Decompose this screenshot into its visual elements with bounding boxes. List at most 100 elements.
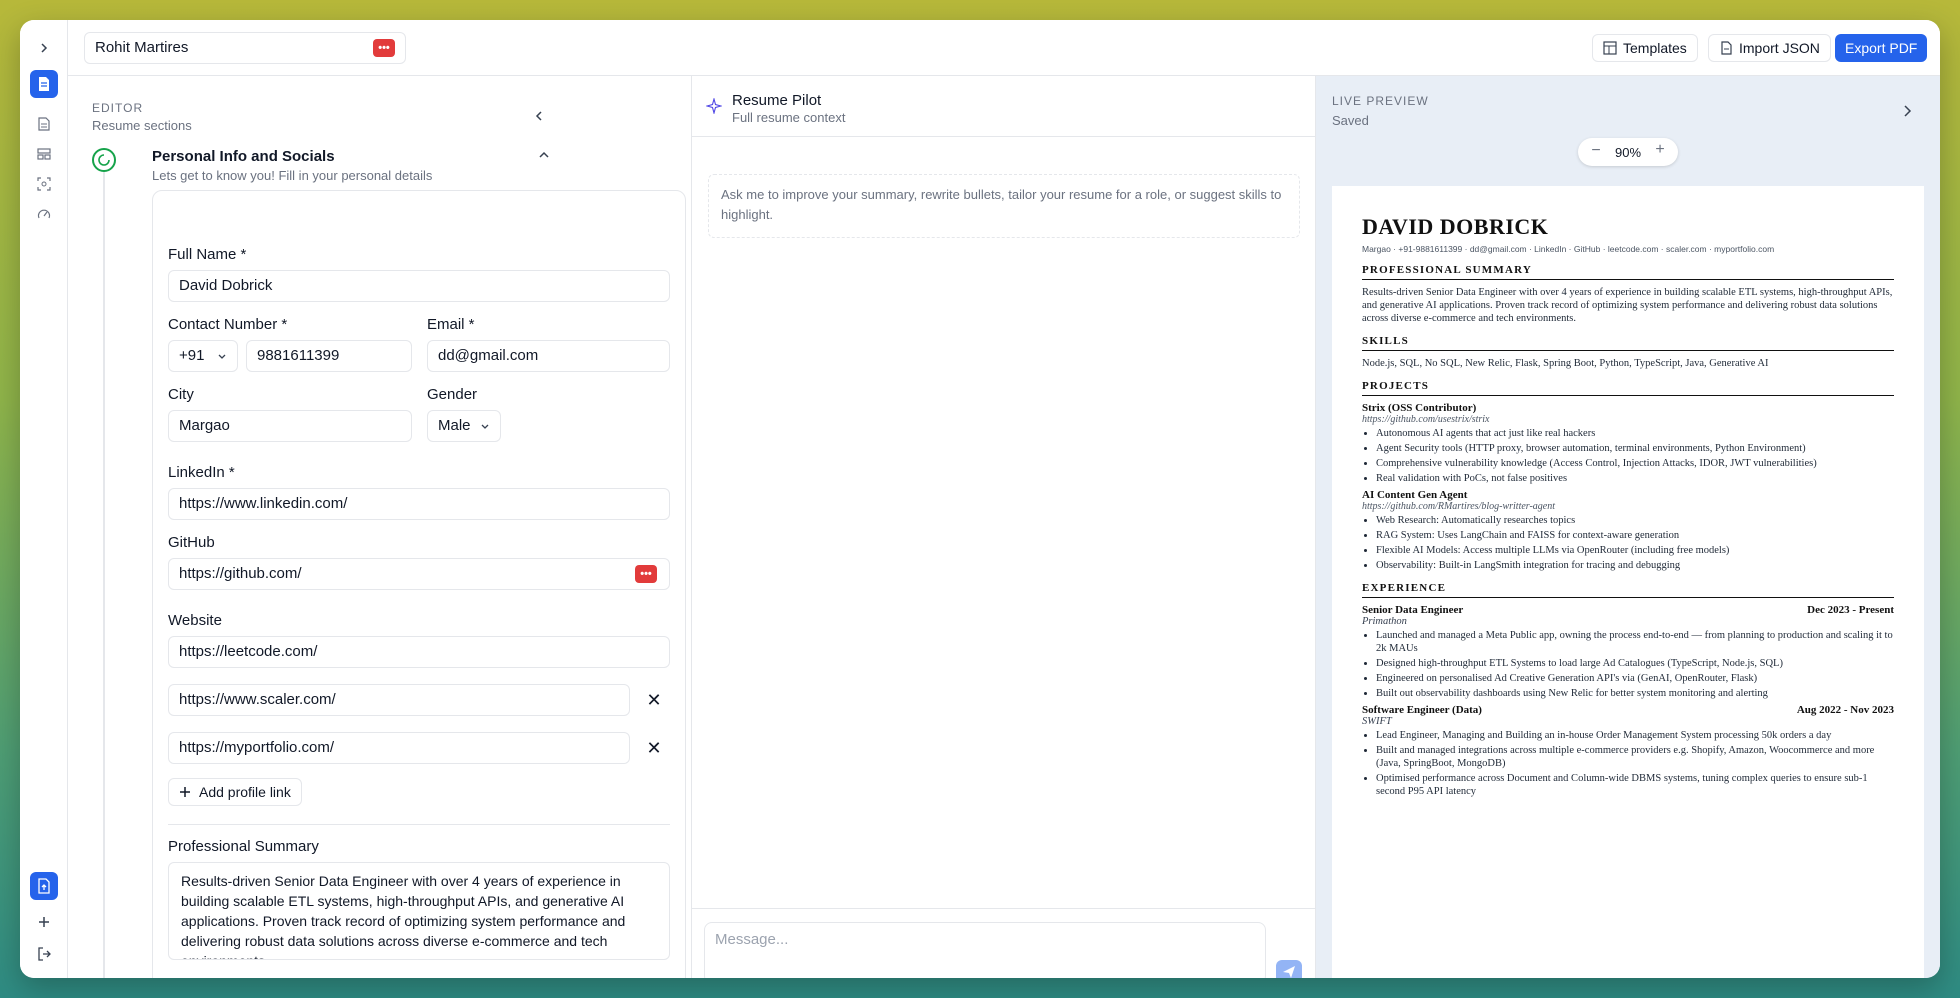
section-timeline	[103, 172, 105, 978]
email-label: Email *	[427, 316, 475, 333]
resume-skills: Node.js, SQL, No SQL, New Relic, Flask, …	[1362, 358, 1769, 369]
password-manager-icon[interactable]: •••	[635, 565, 657, 583]
import-json-button[interactable]: Import JSON	[1708, 34, 1831, 62]
editor-panel: EDITOR Resume sections Personal Info and…	[68, 76, 692, 978]
summary-label: Professional Summary	[168, 838, 319, 855]
project-bullet: Flexible AI Models: Access multiple LLMs…	[1376, 544, 1894, 557]
project-bullet: Comprehensive vulnerability knowledge (A…	[1376, 457, 1894, 470]
divider	[692, 136, 1316, 137]
full-name-label: Full Name *	[168, 246, 247, 263]
section-title[interactable]: Personal Info and Socials	[152, 148, 335, 165]
zoom-level: 90%	[1614, 145, 1642, 160]
project-item: Strix (OSS Contributor) https://github.c…	[1362, 402, 1894, 485]
job-company: Primathon	[1362, 616, 1407, 627]
project-bullet: Web Research: Automatically researches t…	[1376, 514, 1894, 527]
export-pdf-button[interactable]: Export PDF	[1835, 34, 1928, 62]
linkedin-input[interactable]: https://www.linkedin.com/	[168, 488, 670, 520]
city-label: City	[168, 386, 194, 403]
project-name: AI Content Gen Agent	[1362, 489, 1468, 501]
message-input[interactable]: Message...	[704, 922, 1266, 978]
gender-label: Gender	[427, 386, 478, 403]
website-input[interactable]: https://leetcode.com/	[168, 636, 670, 668]
city-input[interactable]: Margao	[168, 410, 412, 442]
website-label: Website	[168, 612, 222, 629]
resume-paper: DAVID DOBRICK Margao · +91-9881611399 · …	[1332, 186, 1924, 978]
skills-heading: SKILLS	[1362, 335, 1894, 351]
add-profile-link-button[interactable]: Add profile link	[168, 778, 302, 806]
section-subtitle: Lets get to know you! Fill in your perso…	[152, 168, 433, 183]
profile-link-input[interactable]: https://myportfolio.com/	[168, 732, 630, 764]
summary-textarea[interactable]: Results-driven Senior Data Engineer with…	[168, 862, 670, 960]
job-bullet: Engineered on personalised Ad Creative G…	[1376, 672, 1894, 685]
template-icon	[1603, 41, 1617, 55]
add-icon[interactable]	[30, 908, 58, 936]
job-dates: Aug 2022 - Nov 2023	[1796, 704, 1894, 716]
add-profile-link-label: Add profile link	[199, 784, 291, 800]
job-title: Senior Data Engineer	[1362, 604, 1464, 616]
gender-value: Male	[438, 417, 471, 434]
send-button[interactable]	[1276, 960, 1302, 978]
project-item: AI Content Gen Agent https://github.com/…	[1362, 489, 1894, 572]
scan-icon[interactable]	[30, 170, 58, 198]
project-link: https://github.com/RMartires/blog-writte…	[1362, 501, 1556, 512]
live-preview-panel: LIVE PREVIEW Saved − 90% + DAVID DOBRICK…	[1316, 76, 1940, 978]
project-bullet: Agent Security tools (HTTP proxy, browse…	[1376, 442, 1894, 455]
github-input[interactable]: https://github.com/ •••	[168, 558, 670, 590]
save-status: Saved	[1332, 113, 1369, 128]
templates-label: Templates	[1623, 40, 1687, 56]
file-icon	[1721, 41, 1732, 55]
editor-header: EDITOR	[92, 101, 144, 115]
project-bullet: Observability: Built-in LangSmith integr…	[1376, 559, 1894, 572]
resume-doc-icon[interactable]	[30, 70, 58, 98]
zoom-in-icon[interactable]: +	[1652, 141, 1668, 159]
templates-button[interactable]: Templates	[1592, 34, 1698, 62]
chevron-down-icon	[481, 424, 489, 429]
projects-heading: PROJECTS	[1362, 380, 1894, 396]
plus-icon	[180, 787, 190, 797]
remove-link-icon[interactable]: ✕	[644, 690, 664, 710]
import-json-label: Import JSON	[1739, 40, 1820, 56]
logout-icon[interactable]	[30, 940, 58, 968]
remove-link-icon[interactable]: ✕	[644, 738, 664, 758]
collapse-editor-icon[interactable]	[531, 108, 547, 124]
project-link: https://github.com/usestrix/strix	[1362, 414, 1490, 425]
project-bullet: RAG System: Uses LangChain and FAISS for…	[1376, 529, 1894, 542]
gauge-icon[interactable]	[30, 200, 58, 228]
collapse-section-icon[interactable]	[537, 148, 551, 162]
job-item: Senior Data Engineer Dec 2023 - Present …	[1362, 604, 1894, 700]
github-value: https://github.com/	[179, 565, 302, 582]
job-title: Software Engineer (Data)	[1362, 704, 1482, 716]
project-bullet: Real validation with PoCs, not false pos…	[1376, 472, 1894, 485]
job-company: SWIFT	[1362, 716, 1392, 727]
password-manager-icon[interactable]: •••	[373, 39, 395, 57]
job-bullet: Lead Engineer, Managing and Building an …	[1376, 729, 1894, 742]
github-label: GitHub	[168, 534, 215, 551]
resume-name-input[interactable]: Rohit Martires •••	[84, 32, 406, 64]
resume-name: DAVID DOBRICK	[1362, 214, 1549, 239]
expand-chevron-icon[interactable]	[30, 34, 58, 62]
gender-select[interactable]: Male	[427, 410, 501, 442]
job-bullet: Built out observability dashboards using…	[1376, 687, 1894, 700]
collapse-preview-icon[interactable]	[1900, 104, 1914, 118]
zoom-control: − 90% +	[1578, 138, 1678, 166]
experience-heading: EXPERIENCE	[1362, 582, 1894, 598]
linkedin-label: LinkedIn *	[168, 464, 235, 481]
document-icon[interactable]	[30, 110, 58, 138]
zoom-out-icon[interactable]: −	[1588, 142, 1604, 160]
resume-contact: Margao · +91-9881611399 · dd@gmail.com ·…	[1362, 244, 1775, 254]
phone-input[interactable]: 9881611399	[246, 340, 412, 372]
resume-summary: Results-driven Senior Data Engineer with…	[1362, 287, 1893, 324]
summary-heading: PROFESSIONAL SUMMARY	[1362, 264, 1894, 280]
full-name-input[interactable]: David Dobrick	[168, 270, 670, 302]
side-rail	[20, 20, 68, 978]
upload-file-icon[interactable]	[30, 872, 58, 900]
profile-link-input[interactable]: https://www.scaler.com/	[168, 684, 630, 716]
layout-icon[interactable]	[30, 140, 58, 168]
export-pdf-label: Export PDF	[1845, 40, 1918, 56]
app-window: Rohit Martires ••• Templates Import JSON…	[20, 20, 1940, 978]
country-code-value: +91	[179, 347, 205, 364]
email-input[interactable]: dd@gmail.com	[427, 340, 670, 372]
project-bullet: Autonomous AI agents that act just like …	[1376, 427, 1894, 440]
country-code-select[interactable]: +91	[168, 340, 238, 372]
preview-header: LIVE PREVIEW	[1332, 94, 1429, 108]
